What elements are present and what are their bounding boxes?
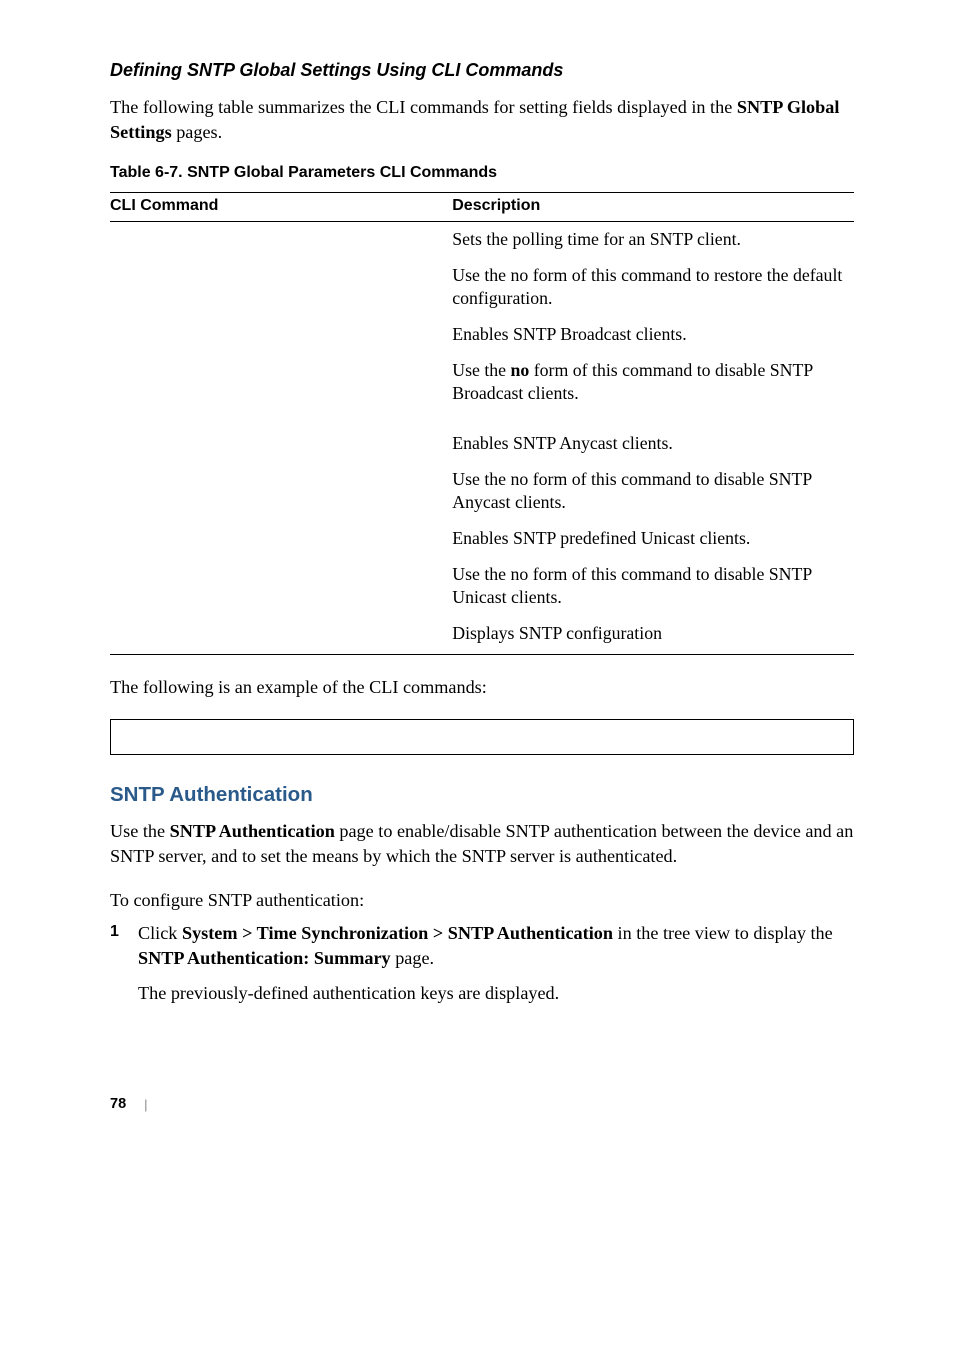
list-item: 1 Click System > Time Synchronization > … <box>138 921 854 1006</box>
table-row: Enables SNTP predefined Unicast clients. <box>110 521 854 557</box>
intro-text-part1: The following table summarizes the CLI c… <box>110 97 737 117</box>
code-example-box <box>110 719 854 755</box>
list-text-mid: in the tree view to display the <box>613 923 833 943</box>
table-row: Enables SNTP Anycast clients. <box>110 412 854 462</box>
list-number: 1 <box>110 921 119 943</box>
list-text-bold1: System > Time Synchronization > SNTP Aut… <box>182 923 613 943</box>
table-row: Enables SNTP Broadcast clients. <box>110 317 854 353</box>
list-subtext: The previously-defined authentication ke… <box>138 981 854 1006</box>
table-cell-desc: Use the no form of this command to disab… <box>452 557 854 616</box>
table-header-command: CLI Command <box>110 193 452 222</box>
page-footer: 78 | <box>110 1096 854 1112</box>
list-text-post: page. <box>391 948 434 968</box>
table-row: Use the no form of this command to disab… <box>110 353 854 412</box>
footer-divider-icon: | <box>144 1097 147 1112</box>
para1-bold: SNTP Authentication <box>170 821 335 841</box>
section-heading-cli: Defining SNTP Global Settings Using CLI … <box>110 60 854 81</box>
table-row: Sets the polling time for an SNTP client… <box>110 222 854 258</box>
list-text-bold2: SNTP Authentication: Summary <box>138 948 391 968</box>
intro-paragraph: The following table summarizes the CLI c… <box>110 95 854 144</box>
list-text-pre: Click <box>138 923 182 943</box>
table-row: Use the no form of this command to resto… <box>110 258 854 317</box>
page-number: 78 <box>110 1096 126 1112</box>
table-row: Displays SNTP configuration <box>110 616 854 654</box>
para1-pre: Use the <box>110 821 170 841</box>
section-heading-sntp-auth: SNTP Authentication <box>110 783 854 807</box>
cli-commands-table: CLI Command Description Sets the polling… <box>110 192 854 655</box>
table-caption: Table 6-7. SNTP Global Parameters CLI Co… <box>110 164 854 182</box>
intro-text-part2: pages. <box>172 122 223 142</box>
table-cell-desc: Enables SNTP Broadcast clients. <box>452 317 854 353</box>
steps-list: 1 Click System > Time Synchronization > … <box>110 921 854 1006</box>
desc-bold: no <box>511 360 530 380</box>
auth-paragraph-2: To configure SNTP authentication: <box>110 888 854 913</box>
table-cell-desc: Use the no form of this command to disab… <box>452 462 854 521</box>
table-row: Use the no form of this command to disab… <box>110 557 854 616</box>
table-cell-desc: Enables SNTP predefined Unicast clients. <box>452 521 854 557</box>
table-cell-desc: Use the no form of this command to resto… <box>452 258 854 317</box>
auth-paragraph-1: Use the SNTP Authentication page to enab… <box>110 819 854 868</box>
table-row: Use the no form of this command to disab… <box>110 462 854 521</box>
table-header-description: Description <box>452 193 854 222</box>
table-cell-desc: Use the no form of this command to disab… <box>452 353 854 412</box>
example-intro: The following is an example of the CLI c… <box>110 675 854 700</box>
table-cell-desc: Sets the polling time for an SNTP client… <box>452 222 854 258</box>
desc-pre: Use the <box>452 360 510 380</box>
table-cell-desc: Displays SNTP configuration <box>452 616 854 654</box>
table-cell-desc: Enables SNTP Anycast clients. <box>452 412 854 462</box>
